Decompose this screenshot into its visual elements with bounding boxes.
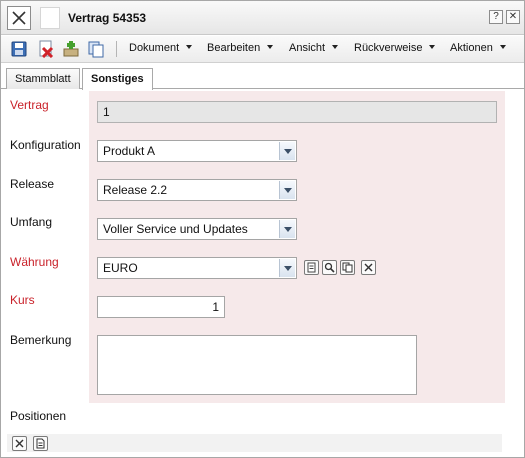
positionen-label: Positionen [10, 409, 67, 423]
search-currency-button[interactable] [322, 260, 337, 275]
save-icon[interactable] [10, 40, 28, 58]
delete-icon[interactable] [37, 40, 55, 59]
contract-window: Vertrag 54353 ? ✕ Dokument Bearbeiten An… [0, 0, 525, 458]
menu-rueckverweise-label: Rückverweise [354, 42, 423, 54]
release-label: Release [10, 177, 55, 191]
menu-ansicht-label: Ansicht [289, 42, 326, 54]
copy-currency-button[interactable] [340, 260, 355, 275]
chevron-down-icon[interactable] [279, 181, 295, 199]
chevron-down-icon [499, 45, 506, 49]
umfang-label: Umfang [10, 215, 53, 229]
close-window-button[interactable] [7, 6, 31, 30]
menu-aktionen-label: Aktionen [450, 42, 493, 54]
konfiguration-select[interactable]: Produkt A [97, 140, 297, 162]
umfang-value: Voller Service und Updates [103, 222, 248, 236]
help-button[interactable]: ? [489, 10, 503, 24]
document-icon [36, 438, 45, 449]
copy-icon[interactable] [87, 40, 105, 58]
tab-bar: Stammblatt Sonstiges [1, 63, 524, 90]
waehrung-label: Währung [10, 255, 59, 269]
menu-dokument[interactable]: Dokument [129, 42, 193, 54]
release-value: Release 2.2 [103, 183, 168, 197]
close-icon [15, 439, 24, 448]
search-icon [324, 262, 335, 273]
toolbar-separator [116, 41, 117, 57]
vertrag-field: 1 [97, 101, 497, 123]
chevron-down-icon [332, 45, 339, 49]
bemerkung-textarea[interactable] [97, 335, 417, 395]
close-icon [12, 11, 26, 25]
menu-dokument-label: Dokument [129, 42, 180, 54]
toolbar: Dokument Bearbeiten Ansicht Rückverweise… [1, 36, 524, 63]
chevron-down-icon [186, 45, 193, 49]
positionen-new-button[interactable] [33, 436, 48, 451]
waehrung-value: EURO [103, 261, 138, 275]
close-button[interactable]: ✕ [506, 10, 520, 24]
document-edit-icon [307, 262, 316, 273]
umfang-select[interactable]: Voller Service und Updates [97, 218, 297, 240]
menu-bearbeiten[interactable]: Bearbeiten [207, 42, 274, 54]
copy-icon [342, 262, 353, 273]
positionen-toolbar [7, 434, 502, 452]
kurs-input[interactable]: 1 [97, 296, 225, 318]
konfiguration-value: Produkt A [103, 144, 156, 158]
add-icon[interactable] [62, 40, 80, 58]
chevron-down-icon [429, 45, 436, 49]
chevron-down-icon[interactable] [279, 259, 295, 277]
clear-currency-button[interactable] [361, 260, 376, 275]
menu-aktionen[interactable]: Aktionen [450, 42, 506, 54]
window-title: Vertrag 54353 [68, 11, 147, 25]
kurs-label: Kurs [10, 293, 35, 307]
document-icon [40, 7, 60, 29]
tab-stammblatt[interactable]: Stammblatt [6, 68, 80, 89]
close-icon [364, 263, 373, 272]
chevron-down-icon [267, 45, 274, 49]
title-bar: Vertrag 54353 ? ✕ [1, 1, 524, 35]
waehrung-select[interactable]: EURO [97, 257, 297, 279]
tab-sonstiges[interactable]: Sonstiges [82, 68, 153, 90]
vertrag-label: Vertrag [10, 98, 49, 112]
menu-ansicht[interactable]: Ansicht [289, 42, 339, 54]
edit-currency-button[interactable] [304, 260, 319, 275]
menu-bearbeiten-label: Bearbeiten [207, 42, 261, 54]
konfiguration-label: Konfiguration [10, 138, 81, 152]
positionen-delete-button[interactable] [12, 436, 27, 451]
bemerkung-label: Bemerkung [10, 333, 72, 347]
chevron-down-icon[interactable] [279, 220, 295, 238]
chevron-down-icon[interactable] [279, 142, 295, 160]
menu-rueckverweise[interactable]: Rückverweise [354, 42, 436, 54]
release-select[interactable]: Release 2.2 [97, 179, 297, 201]
